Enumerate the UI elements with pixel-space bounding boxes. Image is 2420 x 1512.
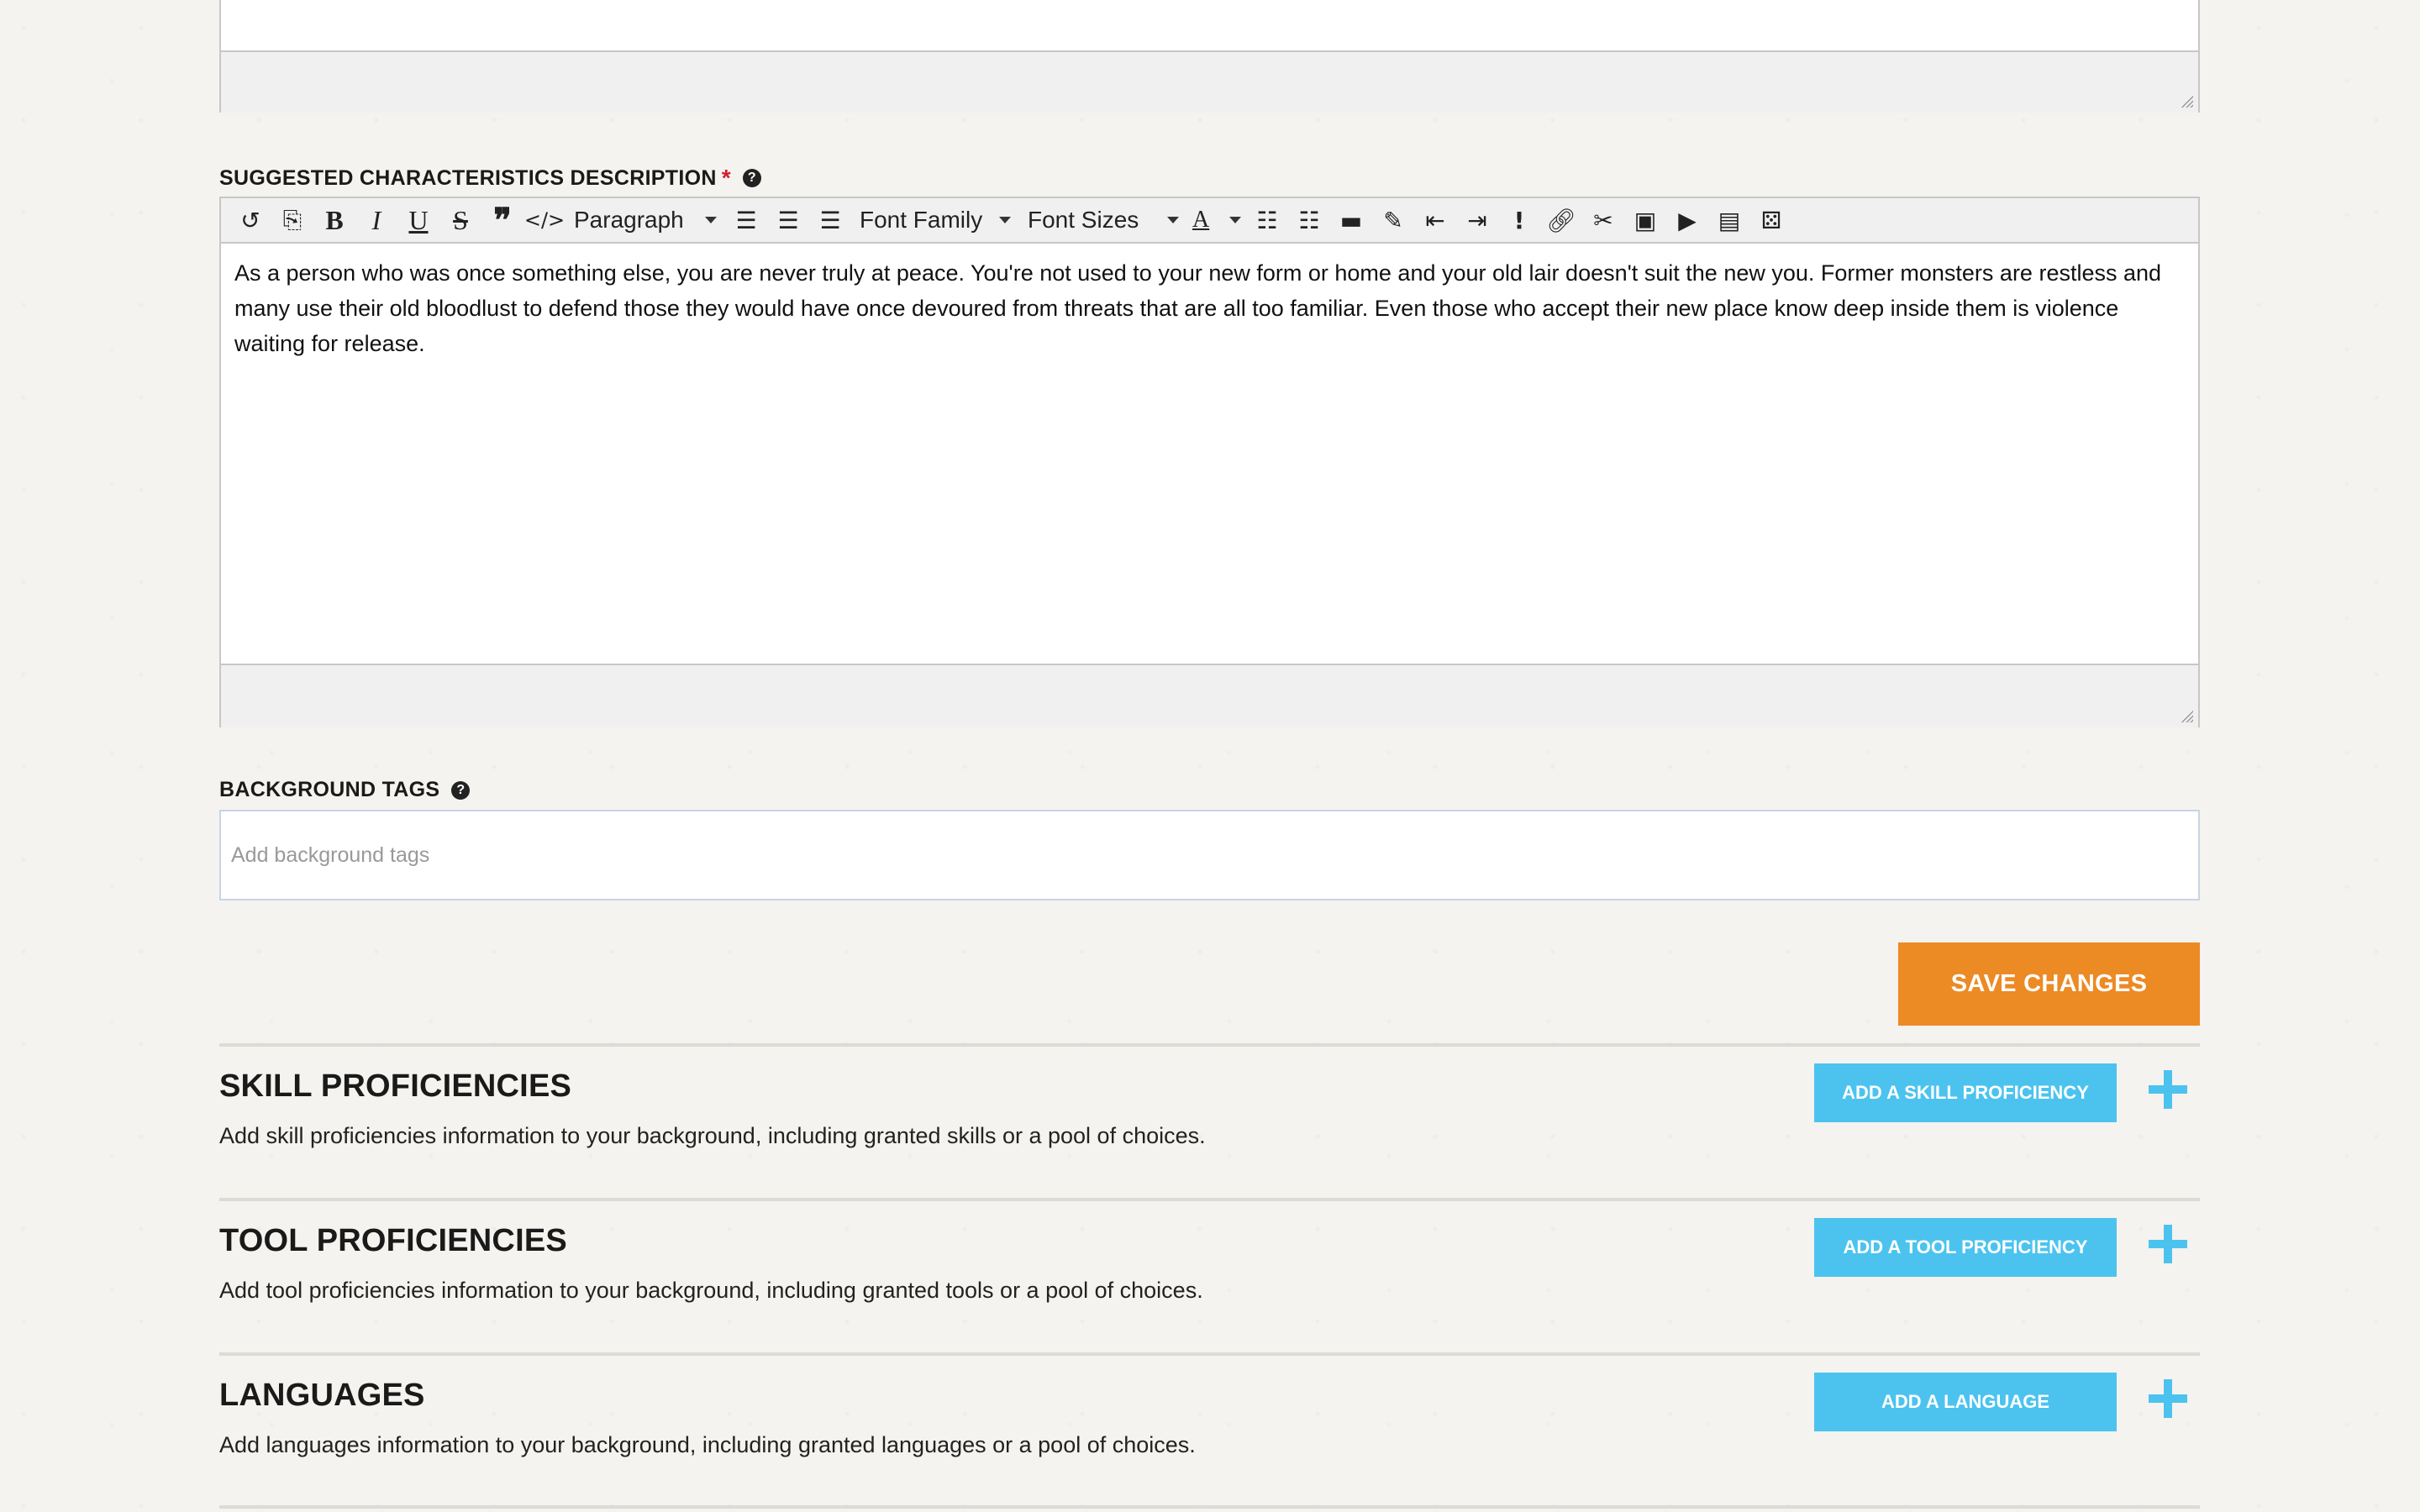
font-family-select[interactable]: Font Family xyxy=(851,202,1019,239)
align-left-icon[interactable]: ☰ xyxy=(725,202,767,239)
section-title: Skill Proficiencies xyxy=(219,1068,572,1104)
background-tags-label-text: Background Tags xyxy=(219,778,440,801)
italic-button[interactable]: I xyxy=(355,202,397,239)
add-language-button[interactable]: Add a Language xyxy=(1814,1373,2117,1431)
font-sizes-select[interactable]: Font Sizes xyxy=(1019,202,1187,239)
unlink-icon[interactable]: ✂ xyxy=(1582,202,1624,239)
format-select-value: Paragraph xyxy=(574,207,684,233)
skill-proficiencies-section: Skill Proficiencies Add skill proficienc… xyxy=(219,1043,2200,1194)
section-divider xyxy=(219,1505,2200,1509)
chevron-down-icon xyxy=(1167,217,1179,223)
section-divider xyxy=(219,1043,2200,1047)
editor-toolbar: ↺ ⎘ B I U S ❞ </> Paragraph ☰ ☰ ☰ Font F… xyxy=(221,198,2198,244)
text-color-button[interactable]: A xyxy=(1187,202,1246,239)
save-changes-button[interactable]: Save Changes xyxy=(1898,942,2200,1026)
format-select[interactable]: Paragraph xyxy=(566,202,725,239)
add-skill-proficiency-button[interactable]: Add a Skill Proficiency xyxy=(1814,1063,2117,1122)
clear-format-icon[interactable]: ✎ xyxy=(1372,202,1414,239)
font-sizes-value: Font Sizes xyxy=(1028,207,1139,233)
previous-editor-content[interactable] xyxy=(221,0,2198,50)
languages-section: Languages Add languages information to y… xyxy=(219,1352,2200,1509)
editor-statusbar xyxy=(221,664,2198,727)
background-tags-label: Background Tags ? xyxy=(219,778,471,802)
section-title: Languages xyxy=(219,1378,425,1413)
video-icon[interactable]: ▶ xyxy=(1666,202,1708,239)
characteristics-label: Suggested Characteristics Description * … xyxy=(219,165,761,192)
plus-icon[interactable] xyxy=(2149,1225,2187,1263)
characteristics-content[interactable]: As a person who was once something else,… xyxy=(221,244,2198,664)
section-divider xyxy=(219,1198,2200,1201)
chevron-down-icon xyxy=(705,217,717,223)
underline-button[interactable]: U xyxy=(397,202,439,239)
section-divider xyxy=(219,1352,2200,1356)
numbered-list-icon[interactable]: ☷ xyxy=(1288,202,1330,239)
strikethrough-button[interactable]: S xyxy=(439,202,481,239)
help-icon[interactable]: ? xyxy=(742,169,761,187)
indent-icon[interactable]: ⇥ xyxy=(1456,202,1498,239)
bold-button[interactable]: B xyxy=(313,202,355,239)
code-icon[interactable]: </> xyxy=(523,202,566,239)
outdent-icon[interactable]: ⇤ xyxy=(1414,202,1456,239)
image-icon[interactable]: ▣ xyxy=(1624,202,1666,239)
previous-editor xyxy=(219,0,2200,113)
paste-icon[interactable]: ⎘ xyxy=(271,202,313,239)
dice-icon[interactable]: ⚄ xyxy=(1750,202,1792,239)
link-icon[interactable]: 🔗︎ xyxy=(1540,202,1582,239)
tool-proficiencies-section: Tool Proficiencies Add tool proficiencie… xyxy=(219,1198,2200,1349)
help-icon[interactable]: ? xyxy=(451,780,471,800)
required-mark: * xyxy=(721,165,731,191)
plus-icon[interactable] xyxy=(2149,1379,2187,1418)
align-center-icon[interactable]: ☰ xyxy=(767,202,809,239)
text-color-icon: A xyxy=(1192,207,1210,233)
plus-icon[interactable] xyxy=(2149,1070,2187,1109)
characteristics-label-text: Suggested Characteristics Description xyxy=(219,165,717,190)
source-code-icon[interactable]: ▤ xyxy=(1708,202,1750,239)
chevron-down-icon xyxy=(999,217,1011,223)
section-description: Add tool proficiencies information to yo… xyxy=(219,1278,1203,1303)
bullet-list-icon[interactable]: ☷ xyxy=(1246,202,1288,239)
chevron-down-icon xyxy=(1229,217,1241,223)
section-description: Add skill proficiencies information to y… xyxy=(219,1123,1206,1148)
horizontal-rule-icon[interactable]: ▬ xyxy=(1330,202,1372,239)
resize-handle-icon[interactable] xyxy=(2180,94,2193,108)
section-title: Tool Proficiencies xyxy=(219,1223,567,1258)
exclamation-button[interactable]: ! xyxy=(1498,202,1540,239)
resize-handle-icon[interactable] xyxy=(2180,709,2193,722)
blockquote-icon[interactable]: ❞ xyxy=(481,202,523,239)
section-description: Add languages information to your backgr… xyxy=(219,1432,1196,1457)
undo-icon[interactable]: ↺ xyxy=(229,202,271,239)
previous-editor-statusbar xyxy=(221,50,2198,113)
characteristics-editor: ↺ ⎘ B I U S ❞ </> Paragraph ☰ ☰ ☰ Font F… xyxy=(219,197,2200,727)
add-tool-proficiency-button[interactable]: Add a Tool Proficiency xyxy=(1814,1218,2117,1277)
align-right-icon[interactable]: ☰ xyxy=(809,202,851,239)
font-family-value: Font Family xyxy=(860,207,983,233)
background-tags-input[interactable]: Add background tags xyxy=(219,810,2200,900)
